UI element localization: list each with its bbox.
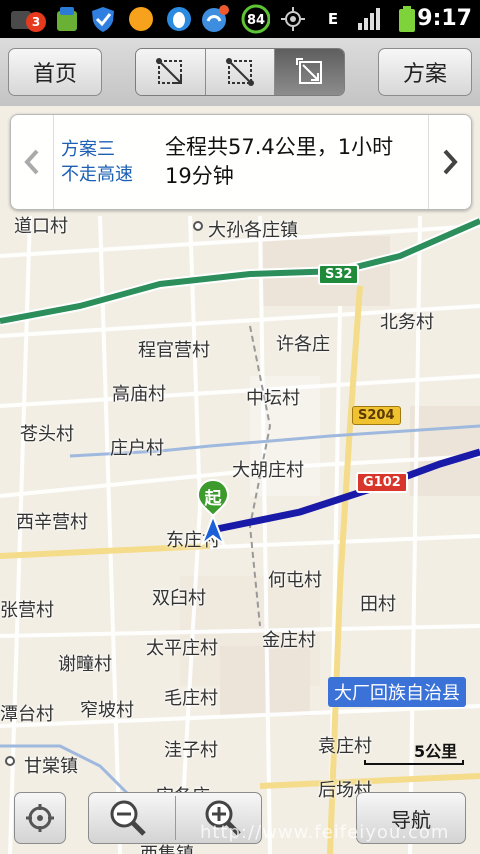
weibo-icon — [200, 4, 230, 34]
place-label: 洼子村 — [164, 740, 218, 761]
plan-name: 方案三 — [61, 139, 115, 160]
start-marker[interactable]: 起 — [196, 478, 230, 550]
network-icon: E — [318, 4, 348, 34]
network-type: E — [327, 10, 339, 28]
route-mode-segmented-control — [135, 48, 345, 96]
next-plan-button[interactable] — [428, 115, 471, 209]
chevron-right-icon — [443, 149, 458, 175]
plan-info: 方案三 不走高速 — [61, 137, 151, 187]
qq-icon — [164, 4, 194, 34]
route-overview-icon — [156, 58, 183, 84]
place-label: 许各庄 — [276, 334, 330, 355]
locate-icon — [26, 804, 54, 832]
zoom-divider — [174, 796, 176, 840]
previous-plan-button[interactable] — [11, 115, 54, 209]
place-label: 中坛村 — [246, 388, 300, 409]
place-label: 甘棠镇 — [24, 756, 78, 777]
place-label: 北务村 — [380, 312, 434, 333]
place-label: 潭台村 — [0, 704, 54, 725]
zoom-out-button[interactable] — [98, 794, 158, 842]
place-label: 田村 — [360, 594, 396, 615]
watermark: http://www.feifeiyou.com — [200, 822, 450, 843]
place-label: 双臼村 — [152, 588, 206, 609]
place-label: 何屯村 — [268, 570, 322, 591]
locate-button[interactable] — [14, 792, 66, 844]
place-label: 道口村 — [14, 216, 68, 237]
signal-icon — [354, 4, 384, 34]
route-step-button[interactable] — [205, 49, 276, 95]
status-bar: 3 84 E 9:17 — [0, 0, 480, 38]
chevron-left-icon — [24, 149, 39, 175]
place-label: 张营村 — [0, 600, 54, 621]
start-marker-label: 起 — [204, 489, 222, 509]
route-summary-card: 方案三 不走高速 全程共57.4公里，1小时19分钟 — [10, 114, 472, 210]
road-shield-s204: S204 — [352, 406, 401, 425]
android-market-icon — [52, 4, 82, 34]
route-step-icon — [226, 58, 254, 86]
place-label: 西辛营村 — [16, 512, 88, 533]
navigation-arrow-icon — [199, 513, 227, 547]
zoom-out-icon — [110, 800, 146, 836]
route-summary: 全程共57.4公里，1小时19分钟 — [165, 135, 394, 188]
home-button[interactable]: 首页 — [8, 48, 102, 96]
place-label: 庄户村 — [110, 438, 164, 459]
battery-ring-icon: 84 — [240, 4, 270, 34]
place-label: 太平庄村 — [146, 638, 218, 659]
toolbar: 首页 方案 — [0, 38, 480, 107]
place-dot — [193, 221, 203, 231]
map-scale: 5公里 — [364, 738, 464, 768]
place-label: 窄坡村 — [80, 700, 134, 721]
road-shield-g102: G102 — [356, 472, 408, 493]
scale-label: 5公里 — [414, 742, 458, 761]
orange-circle-icon — [126, 4, 156, 34]
road-shield-s32: S32 — [318, 264, 360, 285]
battery-ring-value: 84 — [247, 13, 265, 28]
place-label: 毛庄村 — [164, 688, 218, 709]
plan-button[interactable]: 方案 — [378, 48, 472, 96]
clock: 9:17 — [417, 6, 472, 31]
place-label: 金庄村 — [262, 630, 316, 651]
place-label: 大胡庄村 — [232, 460, 304, 481]
place-label: 苍头村 — [20, 424, 74, 445]
place-label: 程官营村 — [138, 340, 210, 361]
route-zoom-button[interactable] — [275, 49, 344, 95]
place-label: 谢疃村 — [58, 654, 112, 675]
scale-bar — [364, 760, 464, 765]
place-dot — [5, 756, 15, 766]
county-label: 大厂回族自治县 — [328, 677, 466, 707]
notification-count-badge: 3 — [26, 12, 46, 32]
route-overview-button[interactable] — [136, 49, 206, 95]
gps-icon — [278, 4, 308, 34]
shield-icon — [88, 4, 118, 34]
place-label: 大孙各庄镇 — [208, 220, 298, 241]
plan-description: 不走高速 — [61, 164, 133, 185]
place-label: 高庙村 — [112, 384, 166, 405]
route-zoom-icon — [295, 58, 322, 84]
